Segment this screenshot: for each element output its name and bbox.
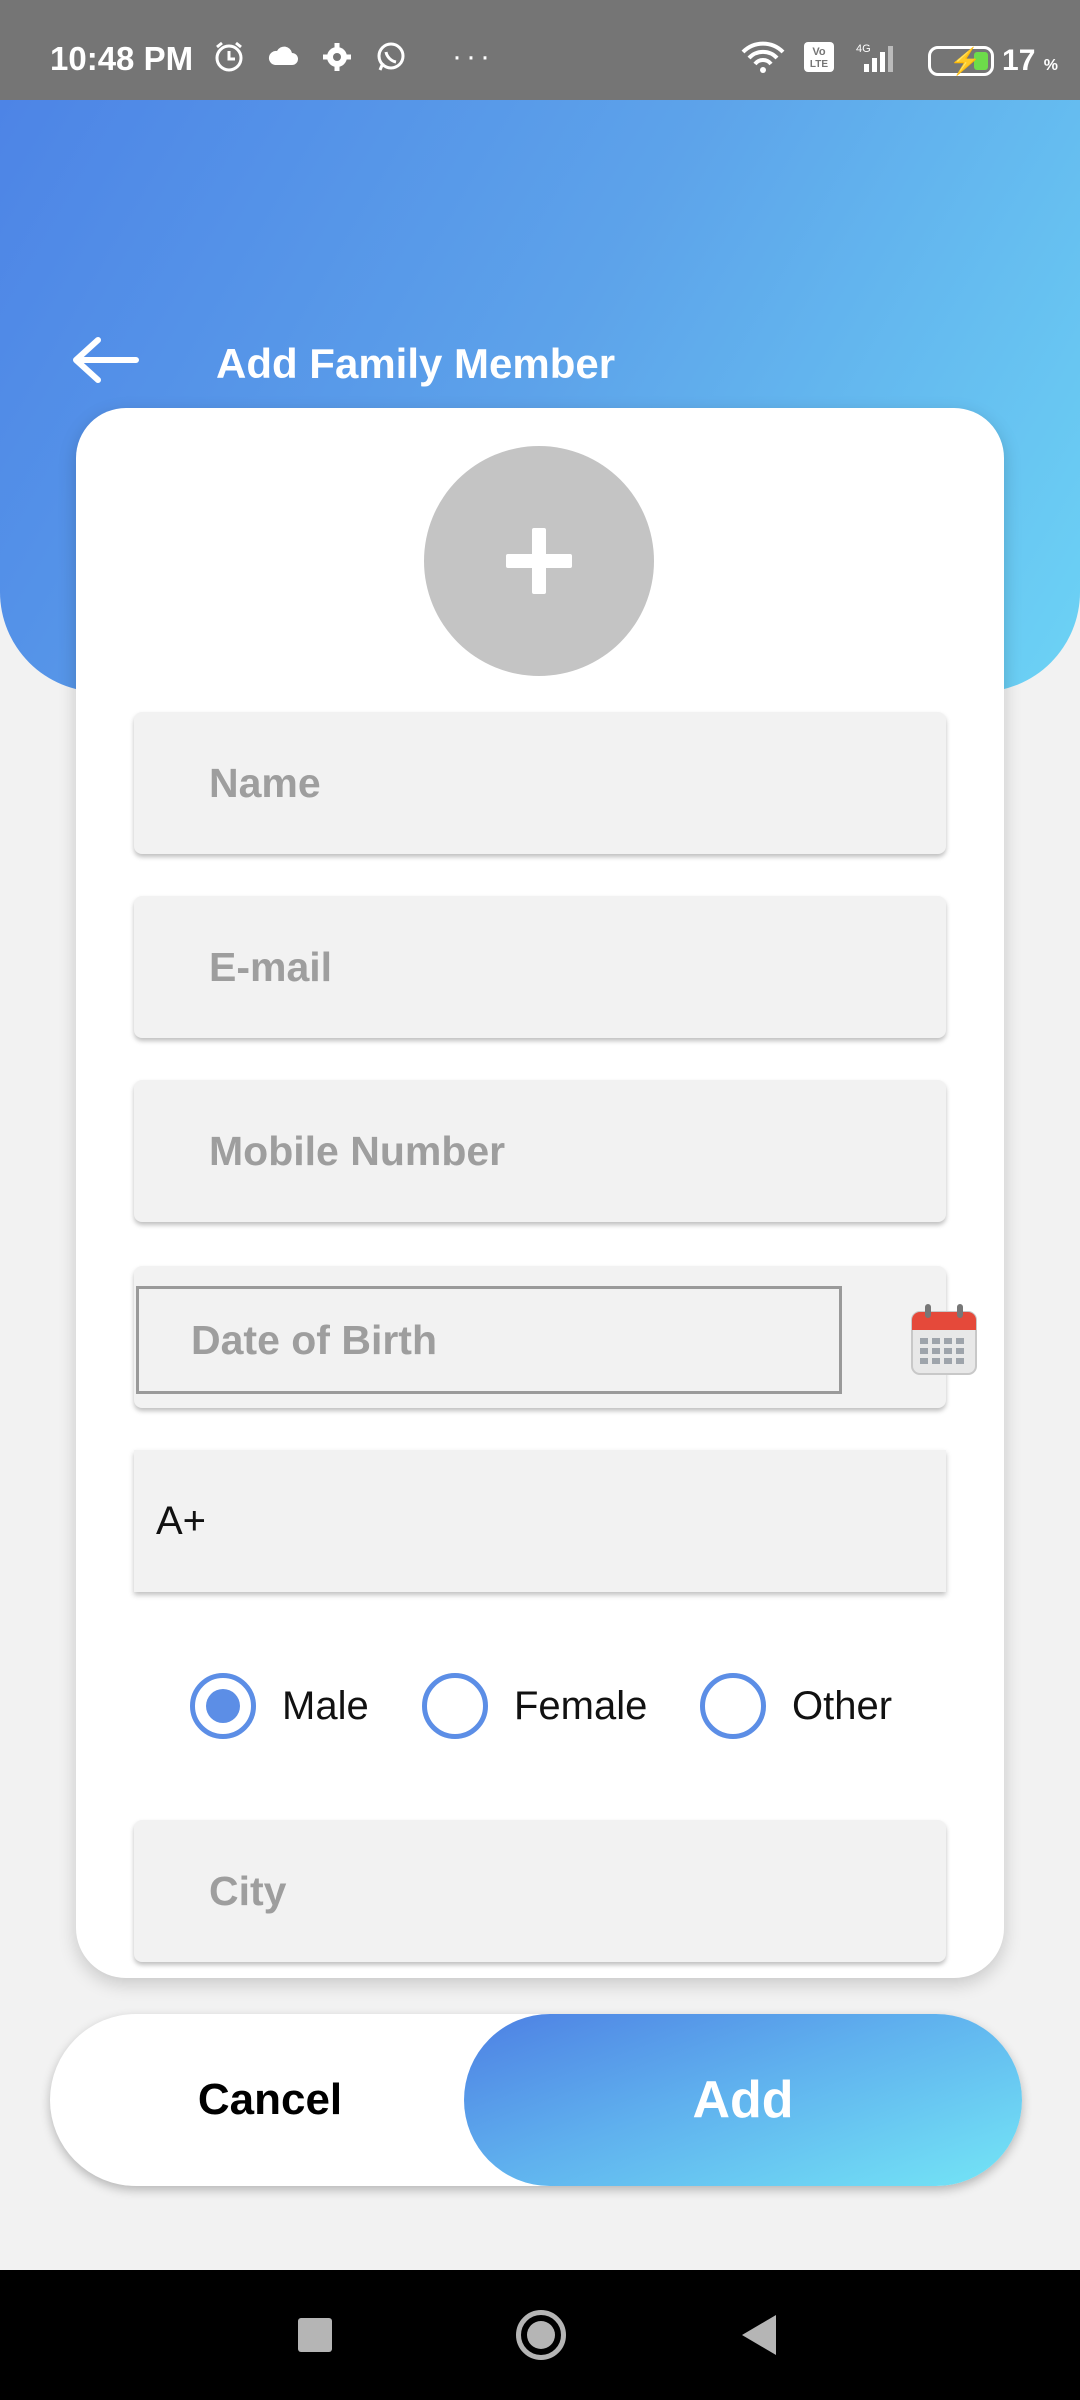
gender-male-label: Male xyxy=(282,1683,369,1728)
gender-female-label: Female xyxy=(514,1683,648,1728)
email-field-container xyxy=(134,896,946,1038)
battery-indicator: ⚡ 17 % xyxy=(928,44,1058,78)
cloud-icon xyxy=(266,40,300,74)
svg-text:Vo: Vo xyxy=(812,46,826,58)
recents-icon[interactable] xyxy=(298,2318,332,2352)
gender-other-radio[interactable]: Other xyxy=(700,1670,892,1742)
blood-group-select[interactable]: A+ xyxy=(134,1450,946,1592)
city-field[interactable] xyxy=(134,1820,946,1962)
name-field[interactable] xyxy=(134,712,946,854)
status-icons-left: ··· xyxy=(212,40,494,74)
radio-selected-icon xyxy=(190,1673,256,1739)
calendar-icon[interactable] xyxy=(910,1302,978,1378)
gender-radio-group: Male Female Other xyxy=(76,1670,1004,1742)
page-title: Add Family Member xyxy=(216,340,616,387)
blood-group-value: A+ xyxy=(156,1498,207,1543)
mobile-number-field[interactable] xyxy=(134,1080,946,1222)
svg-text:LTE: LTE xyxy=(810,59,828,70)
battery-icon: ⚡ xyxy=(928,46,995,76)
nav-back-icon[interactable] xyxy=(742,2315,776,2355)
radio-unselected-icon xyxy=(422,1673,488,1739)
action-button-group: Cancel Add xyxy=(50,2014,1022,2186)
gender-male-radio[interactable]: Male xyxy=(190,1670,369,1742)
cancel-button[interactable]: Cancel xyxy=(50,2014,490,2186)
plus-icon xyxy=(506,528,572,594)
form-card: A+ Male Female Other xyxy=(76,408,1004,1978)
battery-percent: 17 % xyxy=(1002,44,1058,77)
svg-text:4G: 4G xyxy=(856,43,871,55)
mobile-field-container xyxy=(134,1080,946,1222)
home-icon[interactable] xyxy=(516,2310,566,2360)
alarm-icon xyxy=(212,40,246,74)
date-of-birth-field[interactable] xyxy=(139,1289,839,1391)
dob-box xyxy=(136,1286,842,1394)
wifi-icon xyxy=(740,40,786,82)
add-photo-button[interactable] xyxy=(424,446,654,676)
name-field-container xyxy=(134,712,946,854)
back-button[interactable] xyxy=(70,330,150,390)
settings-icon xyxy=(320,40,354,74)
status-time: 10:48 PM xyxy=(50,40,194,77)
radio-unselected-icon xyxy=(700,1673,766,1739)
city-field-container xyxy=(134,1820,946,1962)
signal-4g-icon: 4G xyxy=(852,40,912,82)
system-nav-bar xyxy=(0,2270,1080,2400)
back-arrow-icon xyxy=(73,337,139,383)
add-button[interactable]: Add xyxy=(464,2014,1022,2186)
whatsapp-icon xyxy=(374,40,408,74)
volte-icon: Vo LTE xyxy=(802,40,836,82)
more-notifications-icon: ··· xyxy=(452,40,494,73)
dob-field-container xyxy=(134,1266,977,1408)
email-field[interactable] xyxy=(134,896,946,1038)
status-bar: 10:48 PM ··· Vo LTE 4G ⚡ 17 % xyxy=(0,0,1080,100)
gender-female-radio[interactable]: Female xyxy=(422,1670,647,1742)
gender-other-label: Other xyxy=(792,1683,893,1728)
status-icons-right: Vo LTE 4G ⚡ 17 % xyxy=(740,40,1058,82)
